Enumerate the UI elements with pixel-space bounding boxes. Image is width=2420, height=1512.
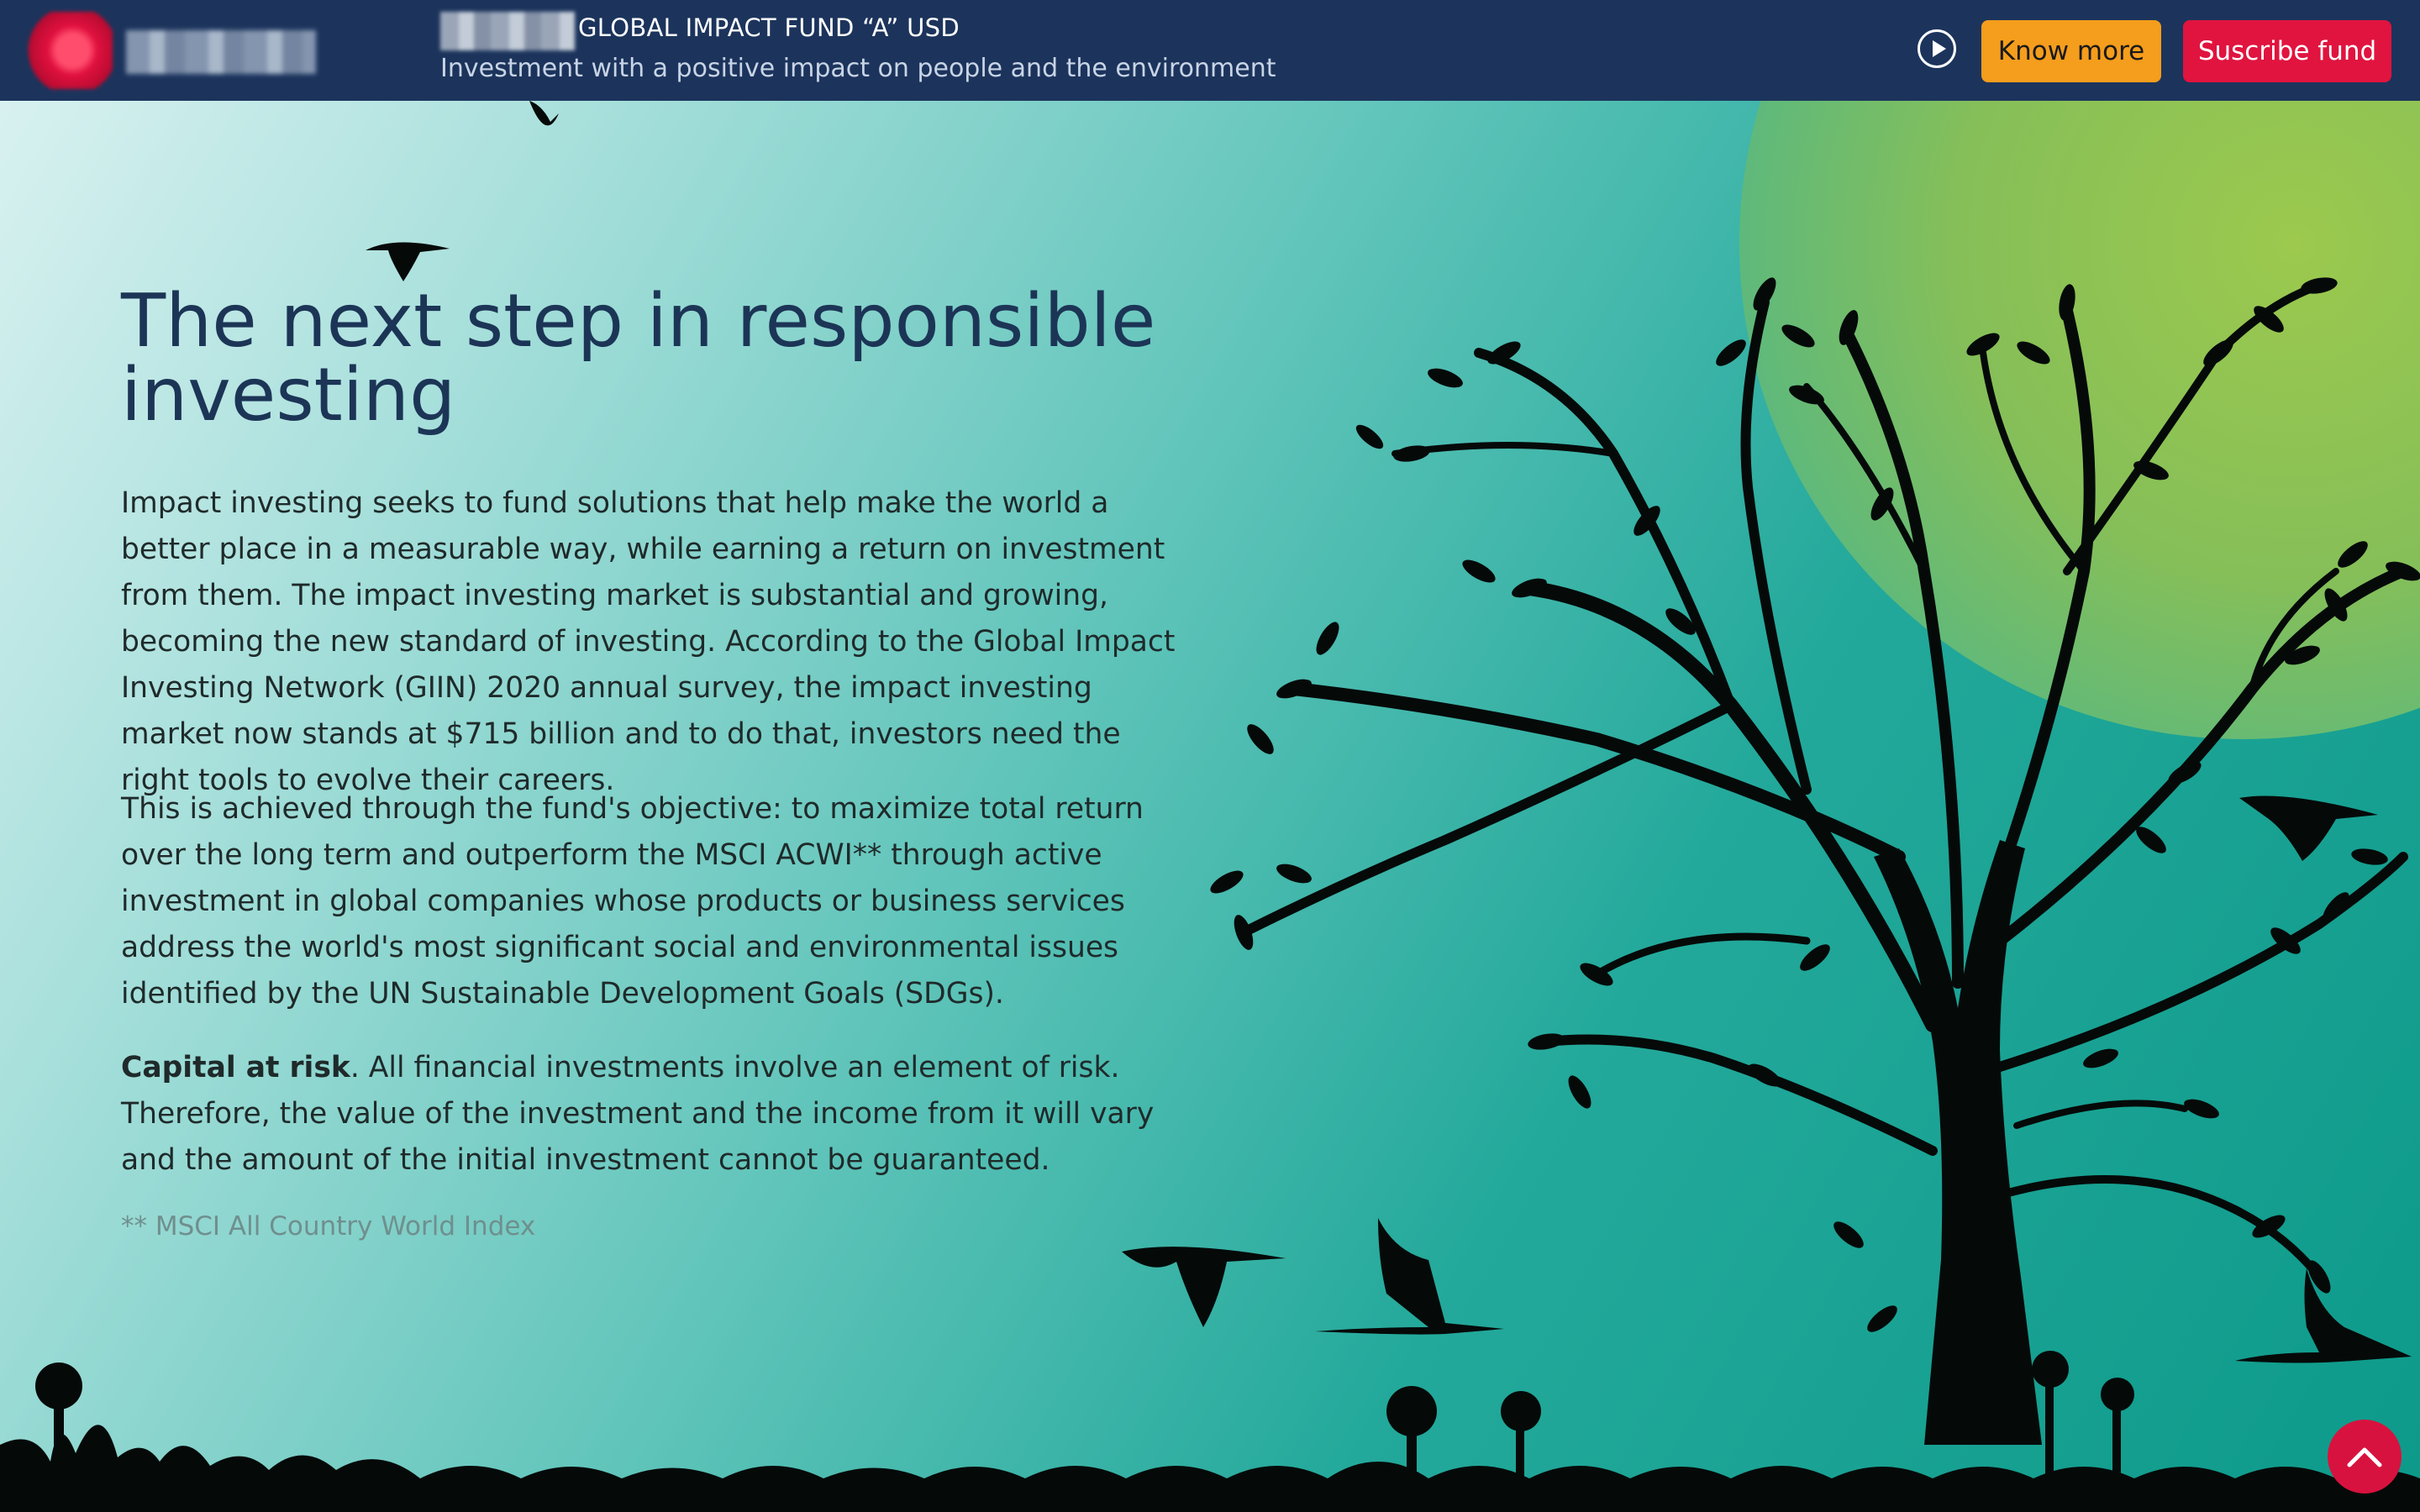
play-circle-icon[interactable] (1918, 29, 1956, 68)
risk-paragraph: Capital at risk. All financial investmen… (121, 1045, 1197, 1184)
scroll-to-top-button[interactable] (2328, 1420, 2402, 1494)
brand-name-redacted (126, 30, 316, 74)
risk-bold-label: Capital at risk (121, 1051, 350, 1084)
objective-paragraph: This is achieved through the fund's obje… (121, 792, 1144, 1011)
hero-section: The next step in responsible investing I… (0, 101, 2420, 1512)
fund-subtitle: Investment with a positive impact on peo… (440, 54, 1276, 83)
brand-logo[interactable] (24, 12, 113, 89)
chevron-up-icon (2347, 1447, 2382, 1467)
fund-name-prefix-redacted (440, 12, 575, 50)
know-more-button[interactable]: Know more (1981, 20, 2161, 82)
subscribe-fund-button[interactable]: Suscribe fund (2183, 20, 2391, 82)
intro-paragraph: Impact investing seeks to fund solutions… (121, 486, 1176, 797)
footnote: ** MSCI All Country World Index (121, 1211, 536, 1242)
hero-headline: The next step in responsible investing (121, 278, 1156, 438)
fund-title: GLOBAL IMPACT FUND “A” USD (578, 13, 960, 42)
top-navigation-bar: GLOBAL IMPACT FUND “A” USD Investment wi… (0, 0, 2420, 101)
